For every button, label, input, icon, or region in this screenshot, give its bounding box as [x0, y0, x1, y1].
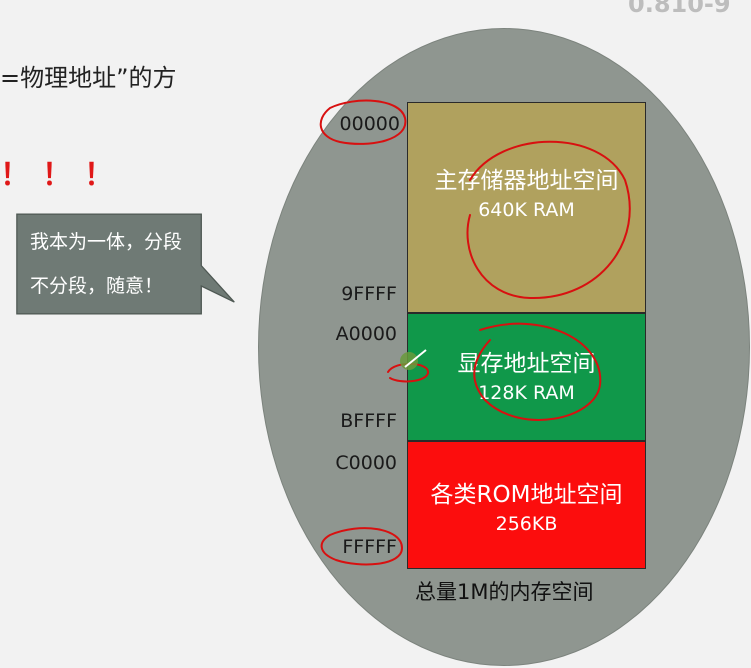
circle-annotation-fffff: [320, 527, 404, 566]
circle-annotation-main-memory: [466, 140, 631, 300]
pen-cursor-icon: [400, 349, 427, 370]
circle-annotation-video-memory: [473, 322, 602, 421]
circle-annotation-00000: [319, 99, 407, 145]
annotation-overlay: [319, 99, 631, 566]
